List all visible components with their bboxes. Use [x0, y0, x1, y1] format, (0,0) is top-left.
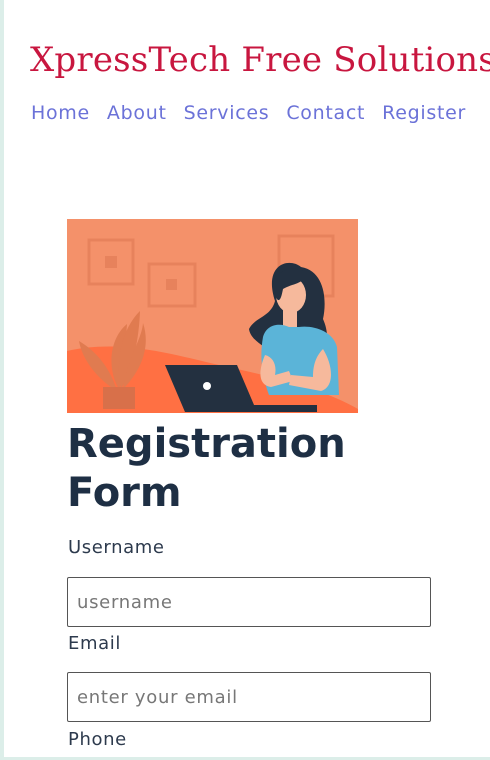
nav-about-link[interactable]: About — [107, 102, 167, 124]
nav-contact-link[interactable]: Contact — [286, 102, 365, 124]
username-label: Username — [68, 537, 165, 558]
email-label: Email — [68, 633, 121, 654]
phone-label: Phone — [68, 729, 127, 750]
page-edge — [0, 0, 4, 760]
nav-home-link[interactable]: Home — [31, 102, 90, 124]
person-with-laptop-illustration — [67, 219, 358, 413]
site-title: XpressTech Free Solutions — [30, 40, 490, 80]
form-title: Registration Form — [67, 421, 346, 516]
email-input[interactable] — [67, 672, 431, 722]
main-nav: Home About Services Contact Register — [31, 102, 466, 124]
username-input[interactable] — [67, 577, 431, 627]
nav-services-link[interactable]: Services — [184, 102, 270, 124]
nav-register-link[interactable]: Register — [382, 102, 466, 124]
